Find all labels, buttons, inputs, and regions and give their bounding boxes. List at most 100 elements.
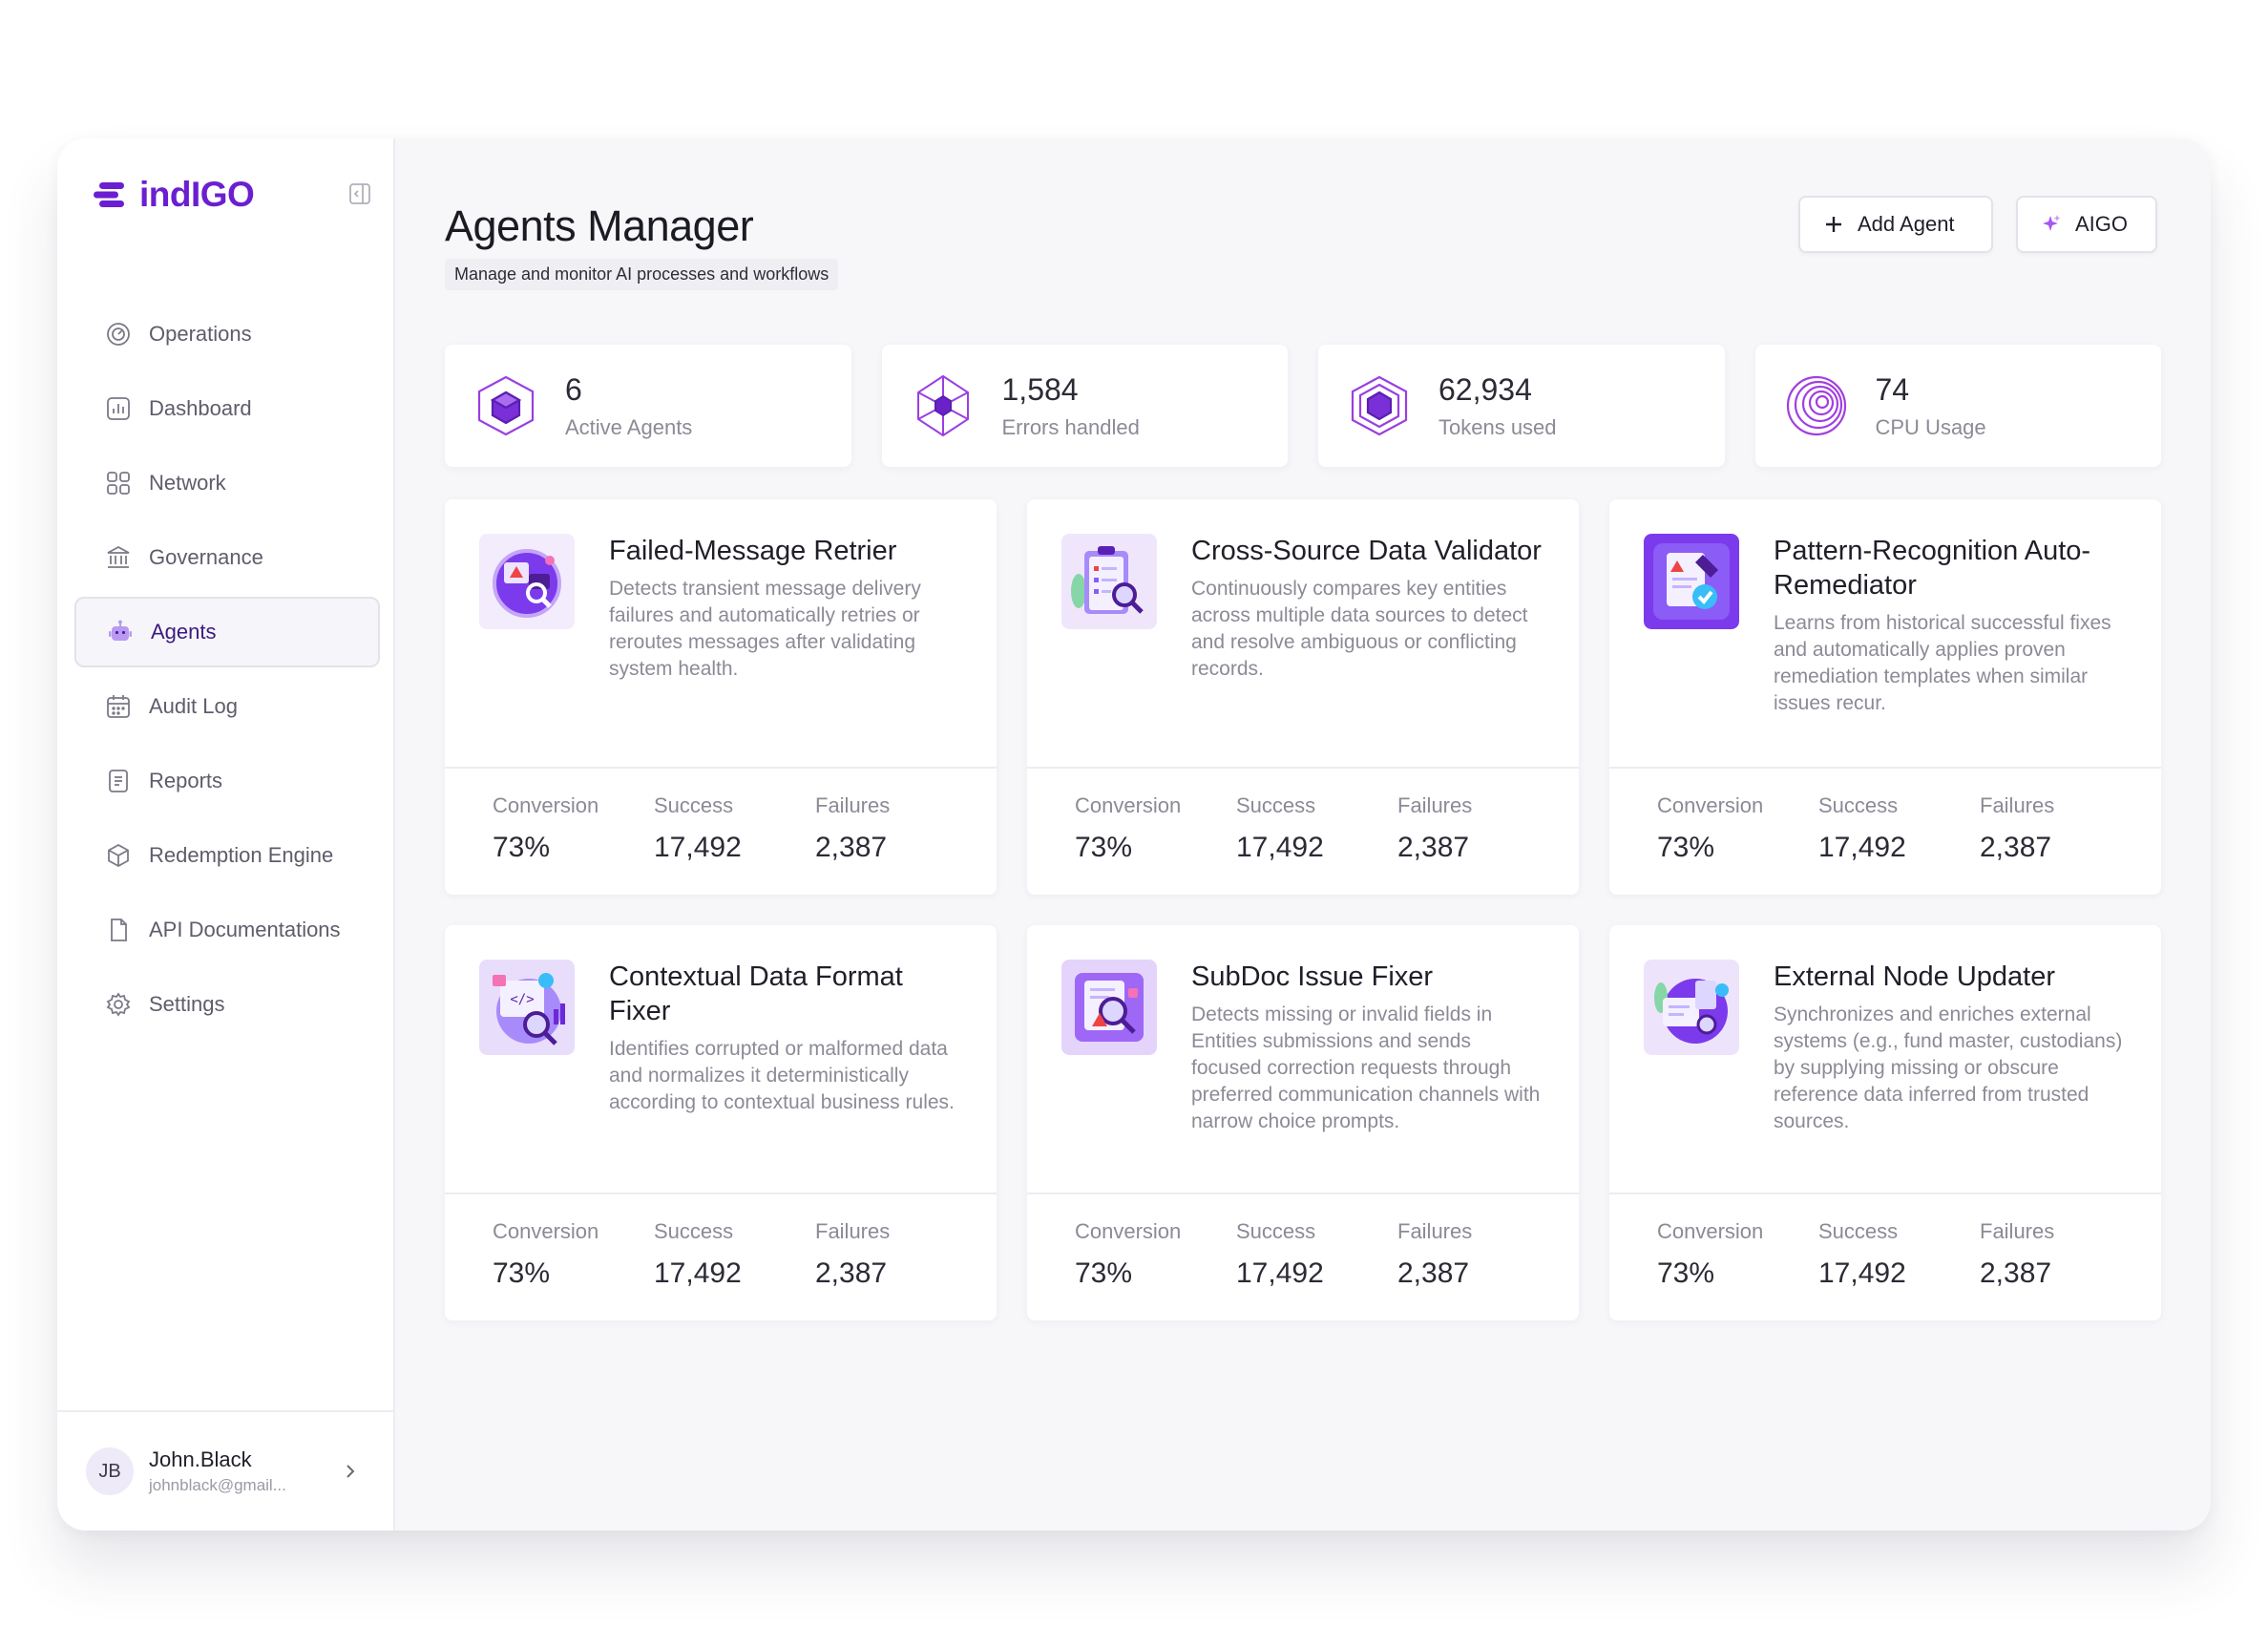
sidebar-item-operations[interactable]: Operations	[74, 299, 380, 370]
sidebar-item-label: Operations	[149, 322, 252, 346]
sidebar-item-agents[interactable]: Agents	[74, 597, 380, 667]
agent-card-header: SubDoc Issue Fixer Detects missing or in…	[1027, 925, 1579, 1194]
aigo-label: AIGO	[2075, 212, 2129, 236]
agent-card[interactable]: </> Contextual Data Format Fixer Identif…	[445, 925, 997, 1320]
sidebar-item-label: Audit Log	[149, 694, 238, 718]
sidebar-item-governance[interactable]: Governance	[74, 522, 380, 593]
metric-value: 73%	[1075, 832, 1133, 863]
agent-card-text: Cross-Source Data Validator Continuously…	[1191, 534, 1544, 767]
user-profile[interactable]: JB John.Black johnblack@gmail...	[57, 1410, 393, 1531]
gear-icon	[106, 992, 131, 1017]
agent-description: Learns from historical successful fixes …	[1774, 612, 2111, 714]
brand-name: indIGO	[139, 175, 255, 214]
metric-label: Success	[1818, 793, 1899, 817]
metric-label: Success	[1236, 793, 1316, 817]
cube-3d-icon	[477, 375, 535, 436]
stat-value: 6	[565, 371, 582, 407]
agent-card-header: External Node Updater Synchronizes and e…	[1609, 925, 2161, 1194]
agent-card[interactable]: External Node Updater Synchronizes and e…	[1609, 925, 2161, 1320]
stat-value: 62,934	[1438, 371, 1532, 407]
sidebar-item-network[interactable]: Network	[74, 448, 380, 518]
agent-card-header: Pattern-Recognition Auto-Remediator Lear…	[1609, 499, 2161, 769]
metric-success: Success 17,492	[1818, 1219, 1980, 1290]
agent-card[interactable]: SubDoc Issue Fixer Detects missing or in…	[1027, 925, 1579, 1320]
agent-card[interactable]: Pattern-Recognition Auto-Remediator Lear…	[1609, 499, 2161, 895]
metric-label: Failures	[815, 1219, 891, 1243]
sidebar-item-label: Dashboard	[149, 396, 252, 420]
agent-title: Failed-Message Retrier	[609, 536, 897, 566]
document-warning-icon	[1061, 960, 1157, 1055]
metric-value: 2,387	[1980, 832, 2052, 863]
agent-card-text: Pattern-Recognition Auto-Remediator Lear…	[1774, 534, 2127, 767]
brand-logo[interactable]: indIGO	[94, 175, 255, 215]
agent-title: Contextual Data Format Fixer	[609, 961, 903, 1026]
main-content: Agents Manager Manage and monitor AI pro…	[395, 138, 2211, 1531]
metric-success: Success 17,492	[654, 793, 815, 864]
code-search-icon: </>	[479, 960, 575, 1055]
metric-value: 73%	[1657, 832, 1715, 863]
agent-card-text: External Node Updater Synchronizes and e…	[1774, 960, 2127, 1193]
metric-conversion: Conversion 73%	[493, 1219, 654, 1290]
sidebar-item-api-documentations[interactable]: API Documentations	[74, 895, 380, 965]
layers-hex-icon	[1351, 375, 1408, 436]
user-name: John.Black	[149, 1447, 252, 1471]
sparkle-icon	[2043, 215, 2061, 231]
metric-value: 17,492	[1236, 1257, 1324, 1289]
metric-label: Success	[654, 793, 734, 817]
file-icon	[111, 919, 127, 941]
agent-description: Detects transient message delivery failu…	[609, 578, 921, 680]
app-window: indIGO Operations Dashboard Network Gove…	[57, 138, 2211, 1531]
user-info: John.Black johnblack@gmail...	[149, 1447, 286, 1495]
metric-value: 2,387	[1397, 832, 1470, 863]
sidebar-item-label: Reports	[149, 769, 223, 792]
agent-card[interactable]: Failed-Message Retrier Detects transient…	[445, 499, 997, 895]
agent-card[interactable]: Cross-Source Data Validator Continuously…	[1027, 499, 1579, 895]
metric-failures: Failures 2,387	[815, 1219, 976, 1290]
metric-label: Failures	[1980, 1219, 2055, 1243]
agent-title: SubDoc Issue Fixer	[1191, 961, 1434, 992]
chevron-right-icon[interactable]	[340, 1461, 361, 1482]
sidebar-collapse-icon[interactable]	[348, 182, 371, 205]
metric-failures: Failures 2,387	[1980, 793, 2141, 864]
sidebar-item-settings[interactable]: Settings	[74, 969, 380, 1040]
sidebar-item-redemption-engine[interactable]: Redemption Engine	[74, 820, 380, 891]
agent-metrics: Conversion 73% Success 17,492 Failures 2…	[1027, 769, 1579, 864]
add-agent-button[interactable]: Add Agent	[1798, 196, 1993, 253]
metric-success: Success 17,492	[1236, 793, 1397, 864]
aigo-button[interactable]: AIGO	[2016, 196, 2157, 253]
metric-conversion: Conversion 73%	[493, 793, 654, 864]
agent-card-header: </> Contextual Data Format Fixer Identif…	[445, 925, 997, 1194]
metric-label: Success	[1818, 1219, 1899, 1243]
sidebar-item-label: Governance	[149, 545, 263, 569]
document-list-icon	[109, 770, 128, 792]
node-sync-icon	[1644, 960, 1739, 1055]
cube-icon	[108, 843, 129, 868]
metric-value: 2,387	[815, 832, 888, 863]
stats-row: 6 Active Agents 1,584 Errors handled 62,…	[445, 345, 2161, 467]
gauge-icon	[107, 323, 130, 346]
metric-success: Success 17,492	[1236, 1219, 1397, 1290]
metric-label: Failures	[1980, 793, 2055, 817]
agent-metrics: Conversion 73% Success 17,492 Failures 2…	[1027, 1194, 1579, 1290]
sidebar-item-reports[interactable]: Reports	[74, 746, 380, 816]
metric-failures: Failures 2,387	[1980, 1219, 2141, 1290]
stat-text: 6 Active Agents	[565, 372, 692, 440]
bar-chart-icon	[107, 397, 130, 420]
metric-label: Conversion	[1657, 1219, 1764, 1243]
metric-value: 17,492	[1818, 1257, 1906, 1289]
metric-label: Conversion	[493, 793, 599, 817]
sidebar-item-label: Settings	[149, 992, 225, 1016]
metric-value: 2,387	[1980, 1257, 2052, 1289]
stat-label: Tokens used	[1438, 414, 1557, 439]
agent-description: Detects missing or invalid fields in Ent…	[1191, 1003, 1541, 1132]
metric-label: Success	[1236, 1219, 1316, 1243]
metric-failures: Failures 2,387	[1397, 793, 1559, 864]
stat-card-active-agents: 6 Active Agents	[445, 345, 851, 467]
metric-value: 73%	[493, 1257, 551, 1289]
sidebar-item-audit-log[interactable]: Audit Log	[74, 671, 380, 742]
sidebar-item-dashboard[interactable]: Dashboard	[74, 373, 380, 444]
metric-conversion: Conversion 73%	[1075, 1219, 1236, 1290]
retry-globe-icon	[479, 534, 575, 629]
add-agent-label: Add Agent	[1858, 212, 1955, 236]
agent-title: External Node Updater	[1774, 961, 2055, 992]
